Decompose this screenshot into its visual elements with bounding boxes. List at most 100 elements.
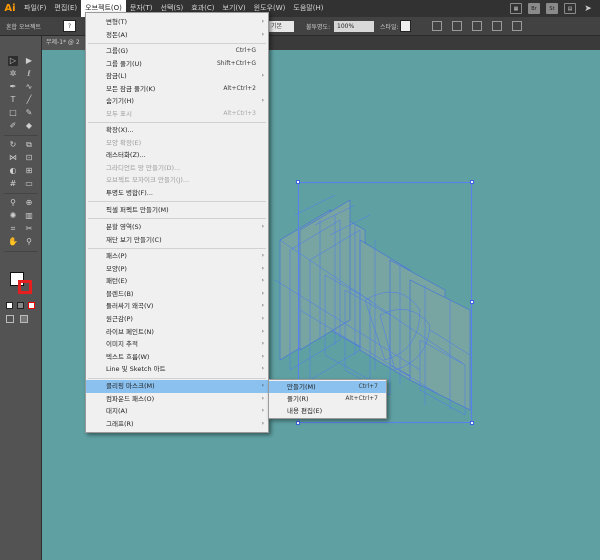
menu-item-flatten-transparency[interactable]: 투명도 병합(F)... bbox=[86, 187, 268, 200]
menu-item-hide[interactable]: 숨기기(H) › bbox=[86, 95, 268, 108]
menu-item-arrange[interactable]: 정돈(A) › bbox=[86, 29, 268, 42]
eyedropper-tool-icon[interactable]: ⚲ bbox=[8, 198, 18, 208]
handle-bottom-right[interactable] bbox=[470, 421, 474, 425]
submenu-arrow-icon: › bbox=[261, 223, 264, 230]
menu-file[interactable]: 파일(F) bbox=[20, 0, 50, 17]
pen-tool-icon[interactable]: ✒ bbox=[8, 82, 18, 92]
width-tool-icon[interactable]: ⋈ bbox=[8, 153, 18, 163]
perspective-grid-tool-icon[interactable]: ⊞ bbox=[24, 166, 34, 176]
submenu-arrow-icon: › bbox=[261, 340, 264, 348]
document-tab[interactable]: 무제-1* @ 2 bbox=[42, 36, 86, 50]
artboard-tool-icon[interactable]: ⌗ bbox=[8, 224, 18, 234]
menu-item-rasterize[interactable]: 래스터화(Z)... bbox=[86, 149, 268, 162]
stock-icon[interactable]: St bbox=[546, 3, 558, 14]
menu-item-perspective[interactable]: 원근감(P) › bbox=[86, 313, 268, 326]
handle-top-right[interactable] bbox=[470, 180, 474, 184]
transform-icon[interactable] bbox=[472, 21, 482, 31]
menu-separator bbox=[88, 218, 266, 219]
gradient-tool-icon[interactable]: ▭ bbox=[24, 179, 34, 189]
menu-item-slice[interactable]: 분할 영역(S) › bbox=[86, 221, 268, 234]
column-graph-tool-icon[interactable]: ▥ bbox=[24, 211, 34, 221]
menu-item-path[interactable]: 패스(P) › bbox=[86, 250, 268, 263]
opacity-field[interactable]: 100% bbox=[334, 21, 374, 32]
menu-item-live-paint[interactable]: 라이브 페인트(N) › bbox=[86, 326, 268, 339]
handle-bottom-left[interactable] bbox=[296, 421, 300, 425]
menu-item-artboards[interactable]: 대지(A) › bbox=[86, 405, 268, 418]
submenu-arrow-icon: › bbox=[261, 289, 264, 297]
arrange-icon[interactable]: ▤ bbox=[564, 3, 576, 14]
menu-edit[interactable]: 편집(E) bbox=[50, 0, 81, 17]
submenu-arrow-icon: › bbox=[261, 419, 264, 427]
handle-middle-right[interactable] bbox=[470, 300, 474, 304]
slice-tool-icon[interactable]: ✂ bbox=[24, 224, 34, 234]
menu-item-image-trace[interactable]: 이미지 추적 › bbox=[86, 338, 268, 351]
direct-selection-tool-icon[interactable]: ▶ bbox=[24, 56, 34, 66]
handle-top-left[interactable] bbox=[296, 180, 300, 184]
menu-help[interactable]: 도움말(H) bbox=[289, 0, 327, 17]
menu-item-blend[interactable]: 블렌드(B) › bbox=[86, 288, 268, 301]
menu-item-group[interactable]: 그룹(G) Ctrl+G bbox=[86, 45, 268, 58]
align-icon[interactable] bbox=[452, 21, 462, 31]
selection-tool-icon[interactable]: ▷ bbox=[8, 56, 18, 66]
type-tool-icon[interactable]: T bbox=[8, 95, 18, 105]
stroke-style-dropdown[interactable]: 기본 bbox=[268, 21, 294, 32]
menu-item-expand-appearance[interactable]: 모양 확장(E) bbox=[86, 137, 268, 150]
recolor-icon[interactable] bbox=[432, 21, 442, 31]
submenu-arrow-icon: › bbox=[261, 18, 264, 25]
menu-item-transform[interactable]: 변형(T) › bbox=[86, 16, 268, 29]
symbol-sprayer-tool-icon[interactable]: ✺ bbox=[8, 211, 18, 221]
draw-mode-icon[interactable] bbox=[6, 315, 14, 323]
none-mode-icon[interactable] bbox=[28, 302, 35, 309]
menu-item-compound-path[interactable]: 컴파운드 패스(O) › bbox=[86, 393, 268, 406]
menu-item-pattern[interactable]: 패턴(E) › bbox=[86, 275, 268, 288]
menu-item-expand[interactable]: 확장(X)... bbox=[86, 124, 268, 137]
menu-item-create-trim-marks[interactable]: 재단 보기 만들기(C) bbox=[86, 234, 268, 247]
rotate-tool-icon[interactable]: ↻ bbox=[8, 140, 18, 150]
line-tool-icon[interactable]: ╱ bbox=[24, 95, 34, 105]
menu-item-line-sketch-art[interactable]: Line 및 Sketch 아트 › bbox=[86, 363, 268, 376]
shaper-tool-icon[interactable]: ✐ bbox=[8, 121, 18, 131]
paintbrush-tool-icon[interactable]: ✎ bbox=[24, 108, 34, 118]
hand-tool-icon[interactable]: ✋ bbox=[8, 237, 18, 247]
submenu-item-release[interactable]: 풀기(R) Alt+Ctrl+7 bbox=[269, 393, 386, 405]
eraser-tool-icon[interactable]: ◆ bbox=[24, 121, 34, 131]
menu-item-text-wrap[interactable]: 텍스트 흐름(W) › bbox=[86, 351, 268, 364]
menu-item-ungroup[interactable]: 그룹 풀기(U) Shift+Ctrl+G bbox=[86, 58, 268, 71]
magic-wand-tool-icon[interactable]: ✲ bbox=[8, 69, 18, 79]
tools-separator bbox=[4, 135, 38, 136]
menu-item-clipping-mask[interactable]: 클리핑 마스크(M) › bbox=[86, 380, 268, 393]
free-transform-tool-icon[interactable]: ⊡ bbox=[24, 153, 34, 163]
menu-item-lock[interactable]: 잠금(L) › bbox=[86, 70, 268, 83]
app-logo[interactable]: Ai bbox=[0, 0, 20, 17]
submenu-item-make[interactable]: 만들기(M) Ctrl+7 bbox=[269, 381, 386, 393]
submenu-arrow-icon: › bbox=[261, 382, 264, 389]
scale-tool-icon[interactable]: ⧉ bbox=[24, 140, 34, 150]
menu-item-show-all[interactable]: 모두 표시 Alt+Ctrl+3 bbox=[86, 108, 268, 121]
screen-mode-icon[interactable] bbox=[20, 315, 28, 323]
zoom-tool-icon[interactable]: ⚲ bbox=[24, 237, 34, 247]
curvature-tool-icon[interactable]: ∿ bbox=[24, 82, 34, 92]
send-icon[interactable]: ➤ bbox=[582, 3, 594, 14]
menu-panel-icon[interactable] bbox=[512, 21, 522, 31]
menu-item-envelope-distort[interactable]: 둘러싸기 왜곡(V) › bbox=[86, 300, 268, 313]
bridge-icon[interactable]: Br bbox=[528, 3, 540, 14]
menu-item-shape[interactable]: 모양(P) › bbox=[86, 263, 268, 276]
menu-item-make-pixel-perfect[interactable]: 픽셀 퍼펙트 만들기(M) bbox=[86, 204, 268, 217]
menu-item-create-object-mosaic[interactable]: 오브젝트 모자이크 만들기(J)... bbox=[86, 174, 268, 187]
isolate-icon[interactable] bbox=[492, 21, 502, 31]
grid-icon[interactable]: ▦ bbox=[510, 3, 522, 14]
rectangle-tool-icon[interactable]: □ bbox=[8, 108, 18, 118]
menu-item-create-gradient-mesh[interactable]: 그라디언트 망 만들기(D)... bbox=[86, 162, 268, 175]
gradient-mode-icon[interactable] bbox=[17, 302, 24, 309]
submenu-item-edit-contents[interactable]: 내용 편집(E) bbox=[269, 405, 386, 417]
fill-swatch[interactable]: ? bbox=[63, 20, 76, 32]
color-mode-icon[interactable] bbox=[6, 302, 13, 309]
menu-item-unlock-all[interactable]: 모든 잠금 풀기(K) Alt+Ctrl+2 bbox=[86, 83, 268, 96]
lasso-tool-icon[interactable]: ℓ bbox=[24, 69, 34, 79]
menu-item-graph[interactable]: 그래프(R) › bbox=[86, 418, 268, 431]
mesh-tool-icon[interactable]: # bbox=[8, 179, 18, 189]
blend-tool-icon[interactable]: ⊕ bbox=[24, 198, 34, 208]
style-swatch[interactable] bbox=[400, 20, 411, 32]
stroke-color-swatch[interactable] bbox=[18, 280, 32, 294]
shape-builder-tool-icon[interactable]: ◐ bbox=[8, 166, 18, 176]
